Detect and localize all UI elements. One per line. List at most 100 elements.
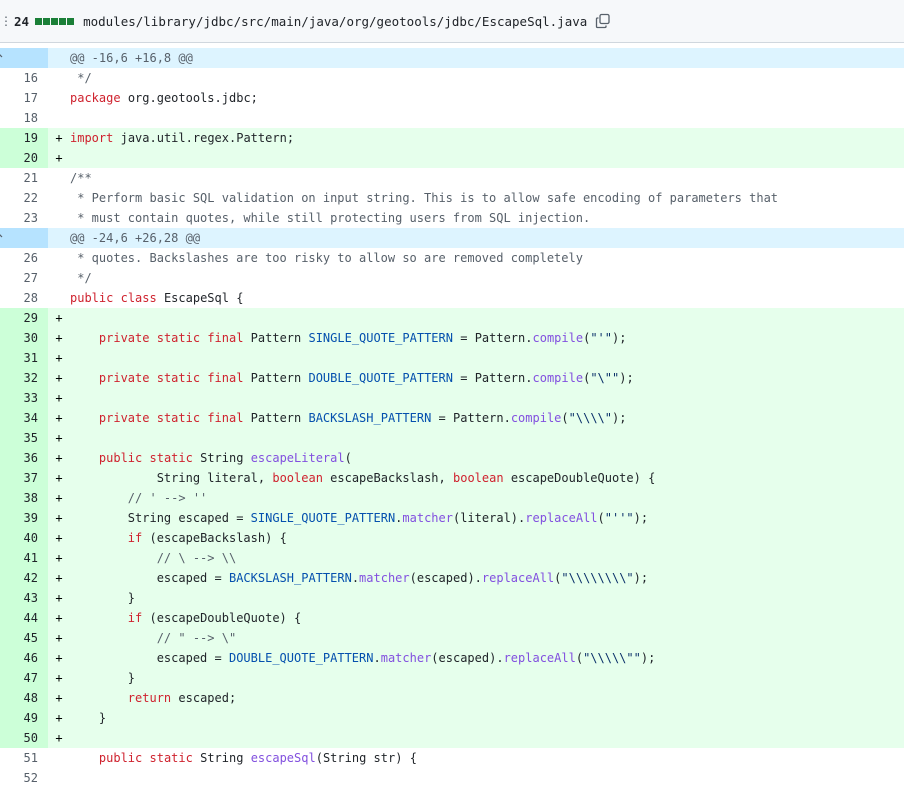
line-number[interactable]: 21 xyxy=(0,168,48,188)
line-number[interactable]: 46 xyxy=(0,648,48,668)
added-line: 45 + // " --> \" xyxy=(0,628,904,648)
code-text: public static String escapeSql(String st… xyxy=(98,751,417,765)
code-text: private static final Pattern DOUBLE_QUOT… xyxy=(98,371,634,385)
diff-sign xyxy=(48,108,70,128)
copy-icon[interactable] xyxy=(595,13,611,29)
code-text: } xyxy=(127,591,136,605)
line-number[interactable]: 31 xyxy=(0,348,48,368)
diff-sign: + xyxy=(55,471,63,485)
line-number[interactable]: 20 xyxy=(0,148,48,168)
line-number[interactable]: 30 xyxy=(0,328,48,348)
line-number[interactable]: 47 xyxy=(0,668,48,688)
line-number[interactable]: 34 xyxy=(0,408,48,428)
diff-sign: + xyxy=(55,371,63,385)
diff-sign: + xyxy=(55,691,63,705)
diff-sign: + xyxy=(55,451,63,465)
expand-icon[interactable]: ⋮ xyxy=(0,14,12,28)
diff-sign xyxy=(48,768,70,788)
line-number[interactable]: 18 xyxy=(0,108,48,128)
diff-sign xyxy=(48,248,70,268)
expand-hunk-icon[interactable] xyxy=(0,48,48,68)
line-number[interactable]: 28 xyxy=(0,288,48,308)
context-line: 16 */ xyxy=(0,68,904,88)
diff-sign xyxy=(48,88,70,108)
line-number[interactable]: 16 xyxy=(0,68,48,88)
line-number[interactable]: 44 xyxy=(0,608,48,628)
diff-sign xyxy=(48,748,70,768)
line-number[interactable]: 35 xyxy=(0,428,48,448)
added-line: 41 + // \ --> \\ xyxy=(0,548,904,568)
diff-sign: + xyxy=(55,651,63,665)
line-number[interactable]: 52 xyxy=(0,768,48,788)
line-number[interactable]: 29 xyxy=(0,308,48,328)
line-number[interactable]: 23 xyxy=(0,208,48,228)
line-number[interactable]: 33 xyxy=(0,388,48,408)
code-text: // " --> \" xyxy=(156,631,237,645)
added-line: 42 + escaped = BACKSLASH_PATTERN.matcher(… xyxy=(0,568,904,588)
context-line: 28 public class EscapeSql { xyxy=(0,288,904,308)
expand-hunk-icon[interactable] xyxy=(0,228,48,248)
diff-sign: + xyxy=(55,731,63,745)
hunk-header[interactable]: @@ -16,6 +16,8 @@ xyxy=(0,48,904,68)
line-number[interactable]: 51 xyxy=(0,748,48,768)
code-text: * Perform basic SQL validation on input … xyxy=(70,191,779,205)
diff-sign xyxy=(48,188,70,208)
code-text: */ xyxy=(70,71,92,85)
line-number[interactable]: 17 xyxy=(0,88,48,108)
diff-sign: + xyxy=(55,131,63,145)
added-line: 36 + public static String escapeLiteral( xyxy=(0,448,904,468)
code-text: String literal, boolean escapeBackslash,… xyxy=(156,471,656,485)
diff-sign: + xyxy=(55,611,63,625)
code-text: * quotes. Backslashes are too risky to a… xyxy=(70,251,583,265)
added-line: 48 + return escaped; xyxy=(0,688,904,708)
diff-sign: + xyxy=(55,631,63,645)
diff-sign: + xyxy=(55,571,63,585)
line-number[interactable]: 38 xyxy=(0,488,48,508)
added-line: 49 + } xyxy=(0,708,904,728)
diff-body: @@ -16,6 +16,8 @@ 16 */17 package org.geot… xyxy=(0,43,904,788)
line-number[interactable]: 32 xyxy=(0,368,48,388)
line-number[interactable]: 22 xyxy=(0,188,48,208)
diff-sign: + xyxy=(55,151,63,165)
added-line: 37 + String literal, boolean escapeBacksl… xyxy=(0,468,904,488)
context-line: 52 xyxy=(0,768,904,788)
line-number[interactable]: 27 xyxy=(0,268,48,288)
added-line: 34 + private static final Pattern BACKSLA… xyxy=(0,408,904,428)
line-number[interactable]: 36 xyxy=(0,448,48,468)
code-text: public class EscapeSql { xyxy=(70,291,244,305)
line-number[interactable]: 19 xyxy=(0,128,48,148)
code-text: */ xyxy=(70,271,92,285)
code-text: return escaped; xyxy=(127,691,237,705)
line-number[interactable]: 48 xyxy=(0,688,48,708)
line-number[interactable]: 50 xyxy=(0,728,48,748)
line-number[interactable]: 41 xyxy=(0,548,48,568)
context-line: 51 public static String escapeSql(String… xyxy=(0,748,904,768)
line-number[interactable]: 45 xyxy=(0,628,48,648)
diff-sign xyxy=(48,208,70,228)
line-number[interactable]: 42 xyxy=(0,568,48,588)
hunk-label: @@ -16,6 +16,8 @@ xyxy=(70,51,193,65)
line-number[interactable]: 43 xyxy=(0,588,48,608)
file-path[interactable]: modules/library/jdbc/src/main/java/org/g… xyxy=(83,14,587,29)
added-line: 20 + xyxy=(0,148,904,168)
added-line: 29 + xyxy=(0,308,904,328)
diff-sign xyxy=(48,288,70,308)
line-number[interactable]: 26 xyxy=(0,248,48,268)
added-line: 35 + xyxy=(0,428,904,448)
diff-sign: + xyxy=(55,711,63,725)
line-number[interactable]: 39 xyxy=(0,508,48,528)
diff-sign: + xyxy=(55,591,63,605)
line-number[interactable]: 49 xyxy=(0,708,48,728)
added-line: 19 + import java.util.regex.Pattern; xyxy=(0,128,904,148)
hunk-header[interactable]: @@ -24,6 +26,28 @@ xyxy=(0,228,904,248)
added-line: 30 + private static final Pattern SINGLE_… xyxy=(0,328,904,348)
line-number[interactable]: 40 xyxy=(0,528,48,548)
added-line: 44 + if (escapeDoubleQuote) { xyxy=(0,608,904,628)
line-number[interactable]: 37 xyxy=(0,468,48,488)
